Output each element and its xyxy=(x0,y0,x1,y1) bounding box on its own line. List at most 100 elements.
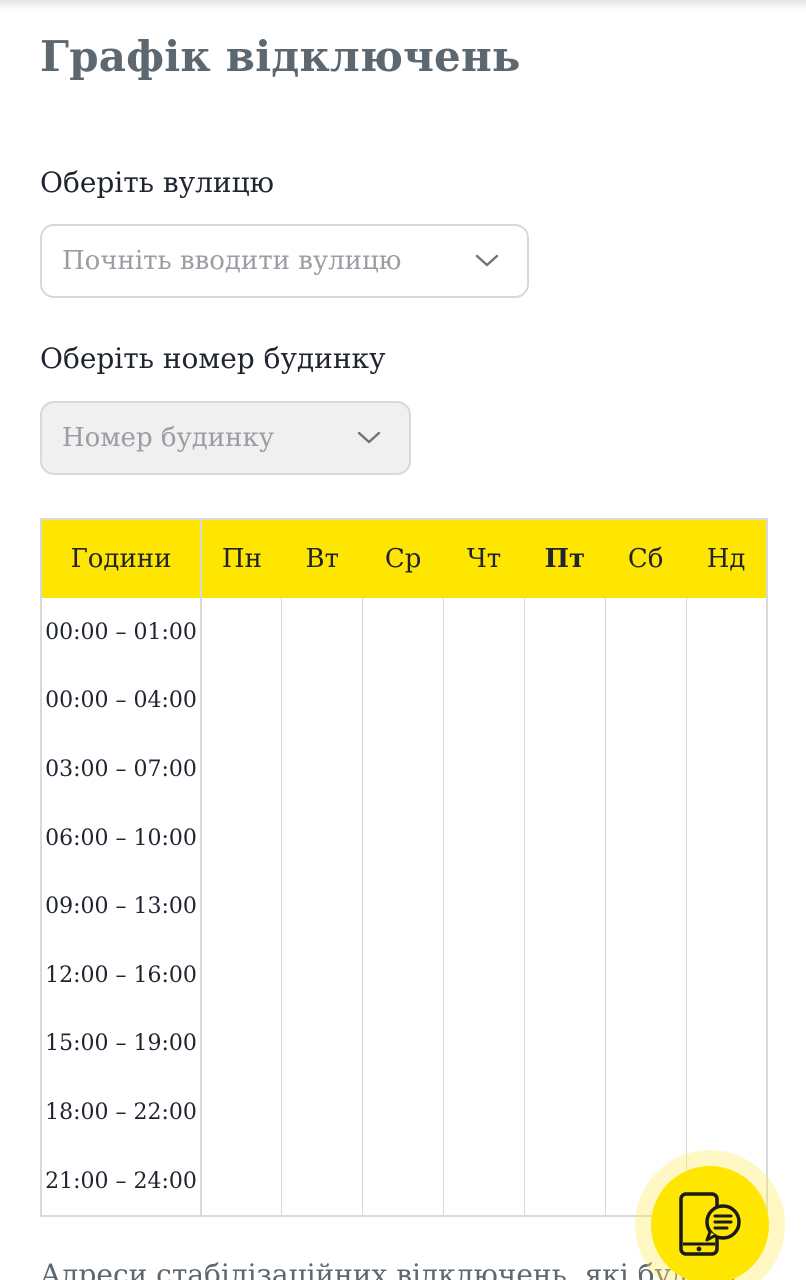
schedule-cell xyxy=(362,940,445,1010)
schedule-row: 15:00 – 19:00 xyxy=(41,1009,767,1079)
schedule-cell xyxy=(443,940,525,1010)
schedule-cell xyxy=(605,1009,687,1079)
schedule-cell xyxy=(443,803,525,873)
schedule-cell xyxy=(605,598,687,667)
schedule-cell xyxy=(362,598,445,667)
time-slot-label: 06:00 – 10:00 xyxy=(41,803,202,873)
schedule-cell xyxy=(524,940,606,1010)
schedule-cell xyxy=(686,1010,767,1079)
schedule-cell xyxy=(362,666,445,736)
schedule-cell xyxy=(362,803,445,873)
phone-chat-icon xyxy=(679,1192,741,1256)
schedule-cell xyxy=(605,872,687,941)
chevron-down-icon xyxy=(475,254,499,267)
schedule-cell xyxy=(281,872,364,941)
schedule-cell xyxy=(605,666,687,736)
schedule-table: Години Пн Вт Ср Чт Пт Сб Нд 00:00 – 01:0… xyxy=(40,518,768,1218)
schedule-row: 03:00 – 07:00 xyxy=(41,735,767,804)
schedule-row: 09:00 – 13:00 xyxy=(41,872,767,941)
schedule-row: 18:00 – 22:00 xyxy=(41,1078,767,1147)
schedule-row: 00:00 – 01:00 xyxy=(41,598,767,667)
schedule-cell xyxy=(443,735,525,804)
schedule-cell xyxy=(281,1009,364,1079)
schedule-cell xyxy=(686,1078,767,1147)
day-header-mon: Пн xyxy=(201,519,282,598)
schedule-cell xyxy=(524,1009,606,1079)
schedule-cell xyxy=(281,803,364,873)
schedule-cell xyxy=(281,1078,364,1147)
house-placeholder: Номер будинку xyxy=(62,423,275,453)
hours-header: Години xyxy=(41,519,202,598)
street-placeholder: Почніть вводити вулицю xyxy=(62,246,402,276)
schedule-cell xyxy=(201,666,283,736)
street-label: Оберіть вулицю xyxy=(40,166,274,199)
schedule-cell xyxy=(281,666,364,736)
schedule-cell xyxy=(524,666,606,736)
schedule-row: 00:00 – 04:00 xyxy=(41,666,767,736)
time-slot-label: 03:00 – 07:00 xyxy=(41,735,202,804)
schedule-cell xyxy=(524,598,606,667)
schedule-cell xyxy=(686,598,767,667)
schedule-cell xyxy=(686,667,767,736)
schedule-cell xyxy=(201,598,283,667)
day-header-wed: Ср xyxy=(362,519,444,598)
house-label: Оберіть номер будинку xyxy=(40,342,386,375)
schedule-cell xyxy=(686,804,767,873)
day-header-sat: Сб xyxy=(605,519,687,598)
chevron-down-icon xyxy=(357,431,381,444)
day-header-sun: Нд xyxy=(686,519,767,598)
page-title: Графік відключень xyxy=(40,32,521,81)
schedule-cell xyxy=(281,598,364,667)
schedule-cell xyxy=(443,1146,525,1217)
schedule-cell xyxy=(201,1009,283,1079)
time-slot-label: 12:00 – 16:00 xyxy=(41,940,202,1010)
schedule-cell xyxy=(201,1078,283,1147)
schedule-cell xyxy=(201,1146,283,1217)
schedule-cell xyxy=(524,1078,606,1147)
schedule-cell xyxy=(281,940,364,1010)
time-slot-label: 00:00 – 04:00 xyxy=(41,666,202,736)
schedule-cell xyxy=(686,941,767,1010)
schedule-cell xyxy=(201,735,283,804)
schedule-cell xyxy=(201,872,283,941)
schedule-cell xyxy=(443,1078,525,1147)
schedule-cell xyxy=(686,735,767,804)
schedule-cell xyxy=(605,1078,687,1147)
schedule-cell xyxy=(201,803,283,873)
time-slot-label: 18:00 – 22:00 xyxy=(41,1078,202,1147)
schedule-cell xyxy=(605,940,687,1010)
schedule-row: 12:00 – 16:00 xyxy=(41,940,767,1010)
day-header-fri: Пт xyxy=(524,519,606,598)
schedule-cell xyxy=(605,735,687,804)
schedule-header-row: Години Пн Вт Ср Чт Пт Сб Нд xyxy=(41,519,767,598)
schedule-cell xyxy=(605,803,687,873)
house-select[interactable]: Номер будинку xyxy=(40,401,411,475)
time-slot-label: 15:00 – 19:00 xyxy=(41,1009,202,1079)
day-header-tue: Вт xyxy=(281,519,363,598)
schedule-cell xyxy=(281,735,364,804)
time-slot-label: 21:00 – 24:00 xyxy=(41,1146,202,1217)
schedule-cell xyxy=(443,872,525,941)
schedule-cell xyxy=(362,1146,445,1217)
schedule-cell xyxy=(362,1078,445,1147)
street-select[interactable]: Почніть вводити вулицю xyxy=(40,224,529,298)
schedule-cell xyxy=(443,1009,525,1079)
schedule-cell xyxy=(362,1009,445,1079)
time-slot-label: 00:00 – 01:00 xyxy=(41,598,202,667)
schedule-cell xyxy=(524,735,606,804)
chat-button[interactable] xyxy=(651,1166,769,1280)
schedule-cell xyxy=(686,872,767,941)
time-slot-label: 09:00 – 13:00 xyxy=(41,872,202,941)
schedule-cell xyxy=(443,666,525,736)
top-shadow xyxy=(0,0,806,10)
schedule-cell xyxy=(362,735,445,804)
schedule-cell xyxy=(281,1146,364,1217)
schedule-cell xyxy=(524,803,606,873)
schedule-cell xyxy=(201,940,283,1010)
schedule-cell xyxy=(524,1146,606,1217)
schedule-cell xyxy=(443,598,525,667)
schedule-cell xyxy=(524,872,606,941)
day-header-thu: Чт xyxy=(443,519,525,598)
schedule-row: 06:00 – 10:00 xyxy=(41,803,767,873)
schedule-cell xyxy=(362,872,445,941)
